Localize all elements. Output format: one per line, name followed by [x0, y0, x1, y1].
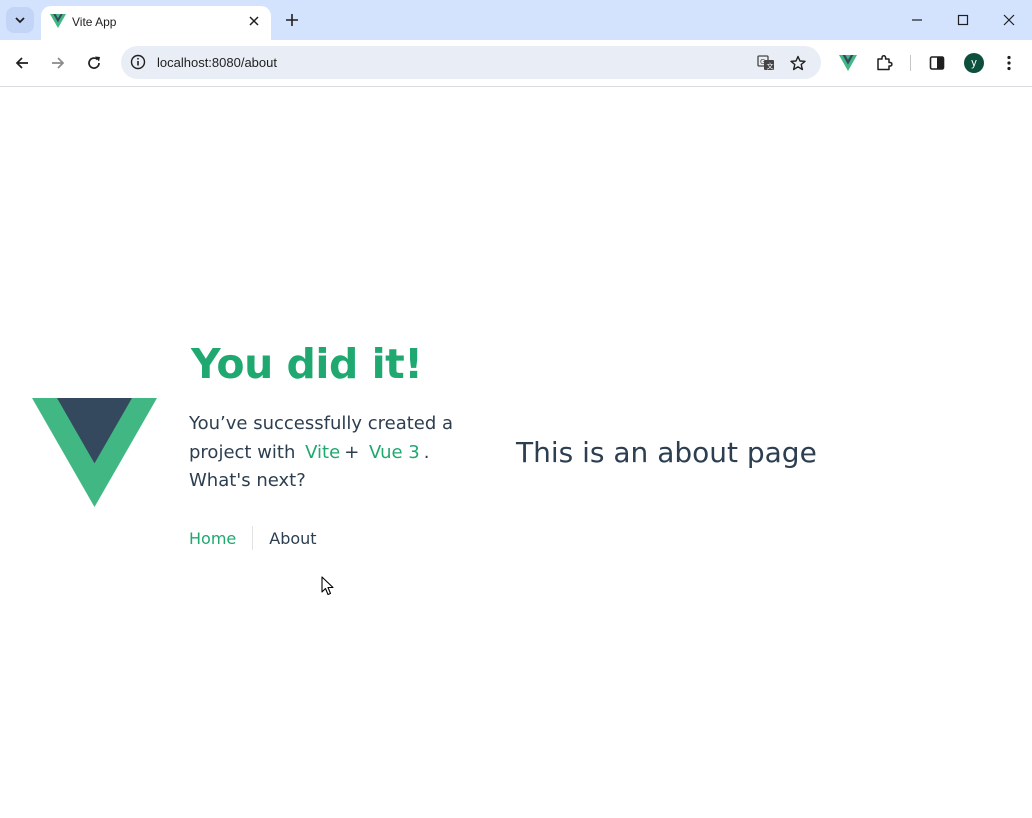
intro-after: . — [423, 441, 430, 463]
translate-button[interactable]: G文 — [756, 53, 776, 73]
about-heading: This is an about page — [516, 436, 817, 469]
svg-text:文: 文 — [767, 62, 774, 71]
url-text: localhost:8080/about — [157, 55, 277, 70]
active-tab[interactable]: Vite App — [41, 6, 271, 40]
translate-icon: G文 — [757, 55, 774, 71]
tab-search-button[interactable] — [6, 7, 34, 33]
maximize-button[interactable] — [951, 8, 975, 32]
close-icon — [249, 16, 259, 26]
mouse-cursor-icon — [321, 576, 334, 596]
vue-devtools-icon — [839, 55, 857, 71]
extensions-button[interactable] — [873, 52, 895, 74]
side-panel-button[interactable] — [926, 52, 948, 74]
tab-close-button[interactable] — [246, 13, 262, 29]
site-info-icon[interactable] — [130, 54, 146, 70]
maximize-icon — [957, 14, 969, 26]
more-vert-icon — [1007, 55, 1011, 71]
toolbar-separator — [910, 55, 911, 71]
reload-icon — [88, 56, 100, 69]
side-panel-icon — [929, 56, 945, 70]
profile-avatar[interactable]: y — [964, 53, 984, 73]
vue-logo-icon — [50, 14, 66, 28]
vue-link[interactable]: Vue 3 — [365, 442, 424, 463]
tab-strip: Vite App — [0, 0, 1032, 40]
page-heading: You did it! — [191, 340, 423, 388]
window-close-icon — [1003, 14, 1015, 26]
tab-title: Vite App — [72, 15, 117, 29]
main-nav: Home About — [189, 526, 317, 550]
svg-text:G: G — [760, 58, 765, 66]
new-tab-button[interactable] — [282, 10, 302, 30]
minimize-icon — [912, 19, 922, 21]
menu-button[interactable] — [998, 52, 1020, 74]
forward-button[interactable] — [46, 51, 70, 75]
bookmark-button[interactable] — [788, 53, 808, 73]
vue-logo — [32, 398, 157, 507]
minimize-button[interactable] — [905, 8, 929, 32]
intro-text: You’ve successfully created a project wi… — [189, 410, 459, 496]
nav-about-link[interactable]: About — [253, 529, 316, 548]
extensions-icon — [877, 54, 893, 71]
address-bar[interactable]: localhost:8080/about G文 — [121, 46, 821, 79]
plus-icon — [286, 14, 298, 26]
back-button[interactable] — [10, 51, 34, 75]
nav-home-link[interactable]: Home — [189, 529, 252, 548]
chevron-down-icon — [15, 17, 25, 24]
back-icon — [15, 57, 28, 69]
vite-link[interactable]: Vite — [301, 442, 344, 463]
plus-sign: + — [344, 441, 360, 463]
whats-next: What's next? — [189, 470, 306, 491]
star-icon — [790, 55, 806, 71]
browser-toolbar: localhost:8080/about G文 y — [0, 40, 1032, 87]
forward-icon — [52, 57, 65, 69]
vue-devtools-extension[interactable] — [837, 52, 859, 74]
reload-button[interactable] — [82, 51, 106, 75]
window-close-button[interactable] — [997, 8, 1021, 32]
